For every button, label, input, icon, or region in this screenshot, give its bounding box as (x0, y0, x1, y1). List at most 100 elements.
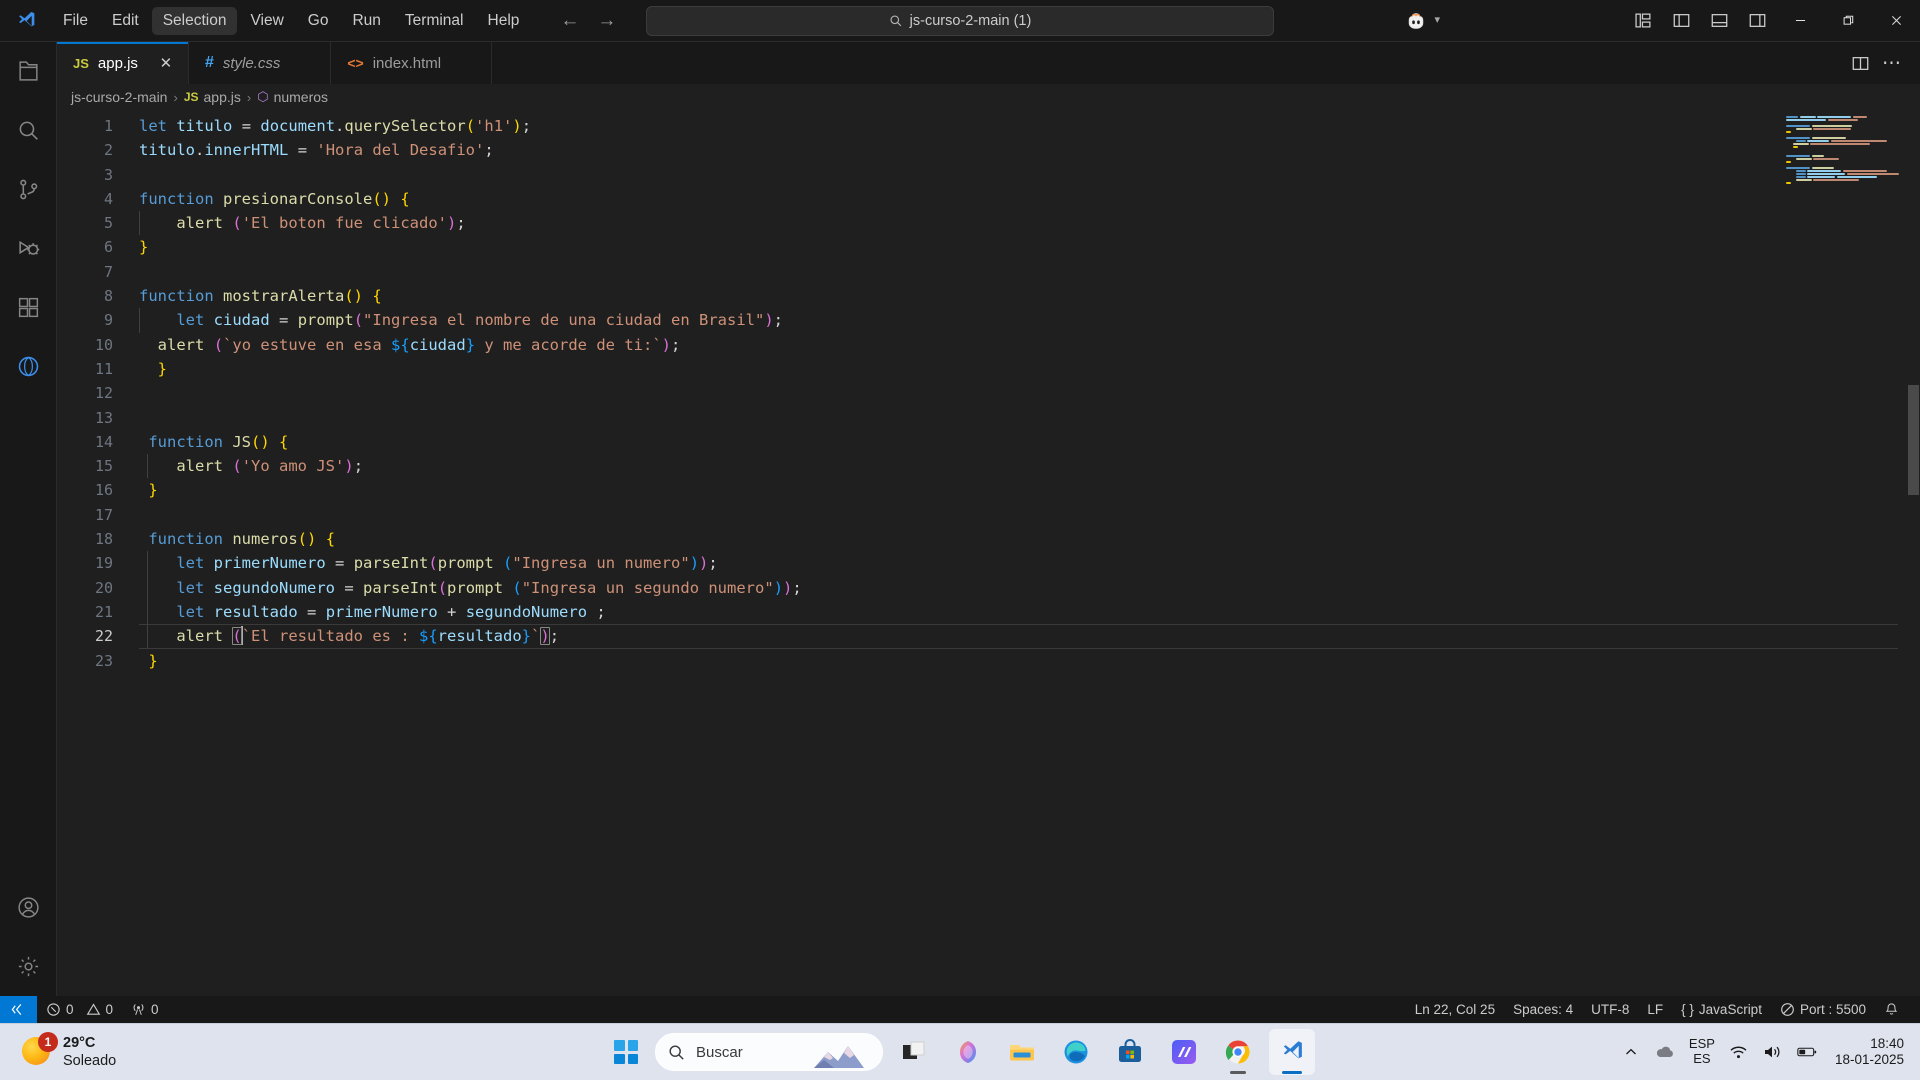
code-line: 6} (57, 235, 1920, 259)
breadcrumb-file-label: app.js (203, 89, 241, 105)
tab-app-js[interactable]: JS app.js ✕ (57, 42, 189, 84)
start-button[interactable] (605, 1031, 647, 1073)
activity-live-preview-icon[interactable] (0, 337, 57, 396)
indentation-setting[interactable]: Spaces: 4 (1504, 996, 1582, 1023)
copilot-menu[interactable]: ▾ (1391, 10, 1454, 32)
bell-icon (1885, 1003, 1898, 1015)
split-editor-right-icon[interactable] (1846, 42, 1874, 84)
code-line: 21 let resultado = primerNumero + segund… (57, 599, 1920, 625)
microsoft-edge-icon[interactable] (1053, 1029, 1099, 1075)
tab-index-html[interactable]: <> index.html ✕ (331, 42, 493, 84)
editor-scrollbar[interactable] (1906, 110, 1920, 996)
copilot-taskbar-icon[interactable] (945, 1029, 991, 1075)
remote-window-icon (11, 1003, 22, 1016)
go-forward-icon[interactable]: → (597, 11, 616, 30)
menu-run[interactable]: Run (341, 7, 391, 35)
show-hidden-icons-chevron-icon[interactable] (1621, 1042, 1641, 1062)
language-indicator[interactable]: ESP ES (1689, 1036, 1715, 1067)
line-number: 10 (94, 335, 113, 354)
code-line-current: 22 alert (`El resultado es : ${resultado… (57, 624, 1920, 649)
breadcrumb-folder[interactable]: js-curso-2-main (71, 89, 167, 105)
activity-run-debug-icon[interactable] (0, 219, 57, 278)
activity-source-control-icon[interactable] (0, 160, 57, 219)
window-controls (1776, 0, 1920, 42)
wifi-icon[interactable] (1729, 1042, 1749, 1062)
code-line: 14 function JS() { (57, 430, 1920, 454)
warning-icon (86, 1003, 100, 1015)
sun-icon: 1 (22, 1032, 58, 1067)
close-button[interactable] (1872, 0, 1920, 42)
code-line: 17 (57, 503, 1920, 527)
problems-indicator[interactable]: 0 0 (37, 996, 122, 1023)
tab-style-css[interactable]: # style.css ✕ (188, 42, 332, 84)
cursor-position[interactable]: Ln 22, Col 25 (1406, 996, 1504, 1023)
taskbar-search[interactable]: Buscar (655, 1033, 883, 1071)
vscode-taskbar-icon[interactable] (1269, 1029, 1315, 1075)
activity-search-icon[interactable] (0, 101, 57, 160)
title-bar-right: ▾ (1391, 0, 1920, 41)
remote-indicator[interactable] (0, 996, 37, 1023)
menu-bar: File Edit Selection View Go Run Terminal… (52, 6, 531, 35)
battery-icon[interactable] (1797, 1042, 1817, 1062)
restore-button[interactable] (1824, 0, 1872, 42)
line-number: 20 (94, 578, 113, 597)
layout-controls (1624, 0, 1776, 42)
activity-bar (0, 42, 57, 996)
search-decoration-image (814, 1042, 876, 1068)
weather-widget[interactable]: 1 29°C Soleado (0, 1032, 300, 1070)
menu-terminal[interactable]: Terminal (394, 7, 475, 35)
taskview-icon[interactable] (891, 1029, 937, 1075)
menu-help[interactable]: Help (477, 7, 531, 35)
weather-condition: Soleado (63, 1053, 117, 1069)
code-editor[interactable]: 1 let titulo = document.querySelector('h1… (57, 110, 1920, 996)
weather-text: 29°C Soleado (63, 1034, 116, 1070)
windows-logo-icon (614, 1040, 638, 1064)
live-server-port[interactable]: Port : 5500 (1771, 996, 1875, 1023)
language-mode-label: JavaScript (1698, 1002, 1762, 1017)
toggle-primary-sidebar-icon[interactable] (1662, 0, 1700, 42)
toggle-panel-icon[interactable] (1700, 0, 1738, 42)
command-center[interactable]: js-curso-2-main (1) (646, 5, 1274, 36)
more-actions-icon[interactable]: ⋯ (1878, 42, 1906, 84)
breadcrumb-symbol[interactable]: ⬡ numeros (257, 89, 328, 105)
language-mode[interactable]: { } JavaScript (1672, 996, 1771, 1023)
eol-setting[interactable]: LF (1638, 996, 1672, 1023)
clock[interactable]: 18:40 18-01-2025 (1831, 1036, 1904, 1068)
taskbar-center: Buscar (605, 1029, 1315, 1075)
scrollbar-thumb[interactable] (1908, 385, 1919, 495)
breadcrumb-separator: › (173, 89, 178, 105)
ports-indicator[interactable]: 0 (122, 996, 168, 1023)
activity-accounts-icon[interactable] (0, 878, 57, 937)
activity-settings-gear-icon[interactable] (0, 937, 57, 996)
onedrive-cloud-icon[interactable] (1655, 1042, 1675, 1062)
tab-label: style.css (222, 54, 281, 72)
volume-icon[interactable] (1763, 1042, 1783, 1062)
live-server-label: Port : 5500 (1799, 1002, 1866, 1017)
go-back-icon[interactable]: ← (560, 11, 579, 30)
symbol-function-icon: ⬡ (257, 89, 269, 104)
line-number: 23 (94, 651, 113, 670)
file-explorer-icon[interactable] (999, 1029, 1045, 1075)
menu-selection[interactable]: Selection (151, 6, 238, 35)
notifications-bell[interactable] (1875, 996, 1908, 1023)
breadcrumb-file[interactable]: JS app.js (184, 89, 241, 105)
minimize-button[interactable] (1776, 0, 1824, 42)
menu-go[interactable]: Go (297, 7, 340, 35)
google-chrome-icon[interactable] (1215, 1029, 1261, 1075)
menu-file[interactable]: File (52, 7, 99, 35)
monica-app-icon[interactable] (1161, 1029, 1207, 1075)
microsoft-store-icon[interactable] (1107, 1029, 1153, 1075)
navigation-arrows: ← → (560, 11, 616, 30)
code-line: 2 titulo.innerHTML = 'Hora del Desafio'; (57, 138, 1920, 162)
tab-close-icon[interactable]: ✕ (157, 54, 175, 72)
breadcrumb: js-curso-2-main › JS app.js › ⬡ numeros (57, 84, 1920, 110)
activity-extensions-icon[interactable] (0, 278, 57, 337)
encoding-setting[interactable]: UTF-8 (1582, 996, 1638, 1023)
menu-view[interactable]: View (239, 7, 294, 35)
toggle-secondary-sidebar-icon[interactable] (1738, 0, 1776, 42)
customize-layout-icon[interactable] (1624, 0, 1662, 42)
notification-badge: 1 (38, 1032, 58, 1052)
menu-edit[interactable]: Edit (101, 7, 150, 35)
activity-explorer-icon[interactable] (0, 42, 57, 101)
line-number: 16 (94, 481, 113, 500)
